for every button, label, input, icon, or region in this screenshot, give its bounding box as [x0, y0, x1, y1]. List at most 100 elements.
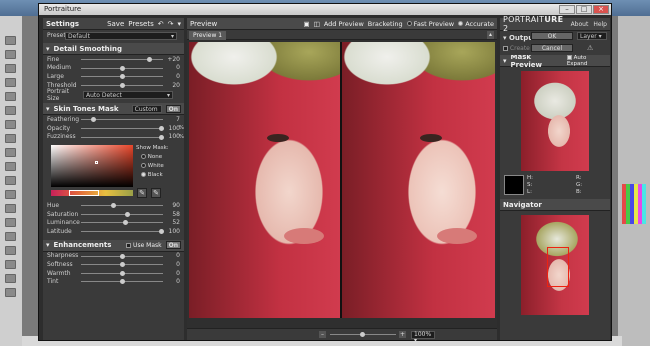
bracketing-button[interactable]: Bracketing — [368, 20, 403, 28]
single-view-icon[interactable]: ▣ — [304, 20, 310, 28]
mask-preview-header[interactable]: ▾ Mask Preview Auto Expand — [500, 53, 610, 69]
slider-track[interactable] — [81, 211, 163, 217]
slider-value[interactable]: 0 — [162, 270, 180, 277]
host-tool[interactable] — [5, 134, 16, 143]
about-button[interactable]: About — [571, 21, 589, 28]
hue-strip[interactable] — [51, 190, 133, 197]
color-field[interactable] — [51, 145, 133, 188]
checkbox[interactable] — [126, 242, 132, 248]
skin-on-button[interactable]: On — [165, 104, 181, 113]
slider-track[interactable] — [81, 279, 163, 285]
fast-preview-option[interactable]: Fast Preview — [406, 20, 454, 28]
slider-value[interactable]: 100 — [162, 228, 180, 235]
host-tool[interactable] — [5, 204, 16, 213]
use-mask-toggle[interactable]: Use Mask — [126, 242, 162, 249]
slider-track[interactable] — [81, 57, 163, 62]
tab-preview-1[interactable]: Preview 1 — [189, 31, 227, 40]
slider-track[interactable] — [81, 74, 163, 80]
slider-track[interactable] — [81, 82, 163, 88]
slider-value[interactable]: 100 — [162, 125, 180, 132]
radio-button[interactable] — [141, 163, 146, 169]
slider-value[interactable]: 100 — [162, 133, 180, 140]
maximize-button[interactable]: □ — [576, 5, 592, 14]
slider-track[interactable] — [81, 117, 163, 123]
slider-knob[interactable] — [125, 211, 130, 217]
ok-button[interactable]: OK — [531, 32, 573, 40]
host-tool[interactable] — [5, 148, 16, 157]
slider-knob[interactable] — [120, 82, 125, 88]
slider-track[interactable] — [81, 125, 164, 131]
host-tool[interactable] — [5, 64, 16, 73]
color-field-marker[interactable] — [95, 161, 98, 165]
host-tool[interactable] — [5, 78, 16, 87]
slider-knob[interactable] — [120, 65, 125, 71]
skin-mode-dropdown[interactable]: Custom — [131, 104, 162, 113]
zoom-out-icon[interactable]: – — [319, 331, 326, 338]
slider-value[interactable]: 0 — [162, 252, 180, 259]
radio-button[interactable] — [141, 172, 146, 178]
slider-value[interactable]: 0 — [162, 261, 180, 268]
zoom-in-icon[interactable]: + — [399, 331, 406, 338]
help-button[interactable]: Help — [593, 21, 607, 28]
detail-smoothing-header[interactable]: ▾ Detail Smoothing — [43, 43, 184, 55]
auto-expand-toggle[interactable]: Auto Expand — [566, 54, 607, 67]
navigator-viewport-rect[interactable] — [547, 247, 569, 287]
slider-value[interactable]: 20 — [162, 82, 180, 89]
slider-value[interactable]: 52 — [162, 219, 180, 226]
host-tool[interactable] — [5, 190, 16, 199]
slider-track[interactable] — [81, 253, 163, 259]
create-option[interactable]: Create — [503, 45, 530, 52]
checkbox[interactable] — [503, 46, 508, 51]
show-mask-white[interactable]: White — [141, 163, 164, 169]
host-tool[interactable] — [5, 92, 16, 101]
close-button[interactable]: × — [593, 5, 609, 14]
slider-knob[interactable] — [91, 117, 96, 123]
presets-button[interactable]: Presets — [128, 20, 153, 28]
output-target-dropdown[interactable]: Layer ▾ — [577, 32, 607, 40]
slider-knob[interactable] — [120, 270, 125, 276]
cancel-button[interactable]: Cancel — [531, 44, 573, 52]
slider-knob[interactable] — [120, 279, 125, 285]
slider-knob[interactable] — [120, 74, 125, 80]
slider-knob[interactable] — [123, 220, 128, 226]
radio-button[interactable] — [141, 154, 146, 160]
host-tool[interactable] — [5, 50, 16, 59]
host-tool[interactable] — [5, 288, 16, 297]
radio-button[interactable] — [406, 21, 412, 26]
preview-canvas[interactable] — [189, 42, 495, 318]
enhancements-on-button[interactable]: On — [165, 241, 181, 250]
output-title[interactable]: ▾ Outpu — [503, 34, 533, 42]
slider-track[interactable] — [81, 228, 164, 234]
host-tool[interactable] — [5, 232, 16, 241]
accurate-option[interactable]: Accurate — [458, 20, 494, 28]
host-tool[interactable] — [5, 274, 16, 283]
slider-value[interactable]: 0 — [162, 64, 180, 71]
hue-range-marker[interactable] — [69, 190, 99, 197]
redo-icon[interactable]: ↷ — [168, 20, 174, 28]
host-tool[interactable] — [5, 120, 16, 129]
host-tool[interactable] — [5, 176, 16, 185]
host-tool[interactable] — [5, 218, 16, 227]
slider-knob[interactable] — [147, 57, 152, 62]
slider-knob[interactable] — [111, 203, 116, 209]
show-mask-black[interactable]: Black — [141, 172, 163, 178]
eyedropper-add-icon[interactable]: ✎ — [151, 188, 161, 199]
slider-knob[interactable] — [360, 332, 365, 337]
undo-icon[interactable]: ↶ — [158, 20, 164, 28]
slider-value[interactable]: 58 — [162, 211, 180, 218]
navigator-header[interactable]: Navigator — [500, 199, 610, 211]
save-button[interactable]: Save — [107, 20, 124, 28]
portrait-size-dropdown[interactable]: Auto Detect ▾ — [83, 90, 173, 99]
menu-icon[interactable]: ▾ — [177, 20, 181, 28]
slider-value[interactable]: 90 — [162, 202, 180, 209]
host-tool[interactable] — [5, 162, 16, 171]
eyedropper-icon[interactable]: ✎ — [137, 188, 147, 199]
split-view-icon[interactable]: ◫ — [314, 20, 320, 28]
slider-value[interactable]: +20 — [162, 56, 180, 63]
radio-button[interactable] — [458, 21, 464, 26]
host-tool[interactable] — [5, 36, 16, 45]
slider-value[interactable]: 0 — [162, 278, 180, 285]
navigator-thumbnail[interactable] — [521, 215, 589, 315]
color-swatches[interactable] — [622, 184, 646, 224]
slider-value[interactable]: 0 — [162, 73, 180, 80]
